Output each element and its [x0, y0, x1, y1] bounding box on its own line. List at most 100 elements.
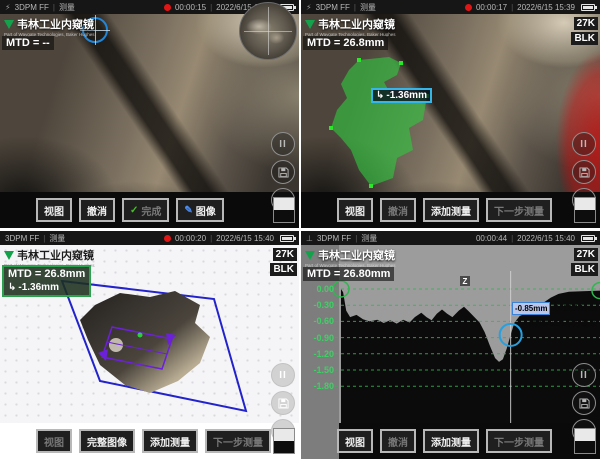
brand-triangle-icon	[4, 251, 14, 260]
y-axis-tick: -1.50	[303, 365, 334, 375]
depth-icon: ↳	[376, 90, 384, 101]
brand-name: 韦林工业内窥镜	[17, 247, 94, 263]
separator: |	[210, 3, 212, 12]
mode-label: 测量	[361, 233, 377, 244]
save-button[interactable]	[572, 160, 596, 184]
status-bar: 3DPM FF | 测量 00:00:20 | 2022/6/15 15:40	[0, 231, 299, 245]
mode-label: 测量	[360, 2, 376, 13]
save-icon	[579, 167, 590, 178]
battery-icon	[280, 235, 294, 242]
quadrant-bottom-left-point-cloud: 3DPM FF | 测量 00:00:20 | 2022/6/15 15:40 …	[0, 231, 299, 459]
undo-button[interactable]: 撤消	[79, 198, 115, 222]
depth-value-tag[interactable]: ↳ -1.36mm	[371, 88, 432, 103]
separator: |	[210, 234, 212, 243]
screen-state-toggle-button[interactable]	[574, 197, 596, 223]
depth-value: -1.36mm	[18, 282, 59, 295]
battery-icon	[581, 235, 595, 242]
image-button[interactable]: ✎ 图像	[176, 198, 223, 222]
add-measurement-button[interactable]: 添加测量	[423, 198, 479, 222]
depth-icon: ↳	[8, 282, 16, 295]
app-name: 3DPM FF	[15, 3, 49, 12]
y-axis-tick: -0.60	[303, 316, 334, 326]
view-mode-label: BLK	[270, 263, 297, 276]
pause-icon: II	[580, 370, 588, 381]
screen-state-toggle-button[interactable]	[273, 428, 295, 454]
brand-logo: 韦林工业内窥镜 Part of Waygate Technologies, Ba…	[305, 16, 396, 37]
button-label: 图像	[196, 203, 216, 218]
mtd-readout: MTD = --	[2, 36, 54, 50]
button-label: 完成	[141, 203, 161, 218]
mtd-value: MTD = 26.8mm	[8, 268, 85, 282]
record-timer: 00:00:44	[476, 234, 507, 243]
pen-icon: ✎	[184, 205, 192, 216]
view-mode-label: BLK	[571, 32, 598, 45]
screen-state-toggle-button[interactable]	[574, 428, 596, 454]
next-measurement-button[interactable]: 下一步测量	[486, 198, 552, 222]
y-axis-tick: 0.00	[303, 284, 334, 294]
image-mode-labels: 27K BLK	[270, 248, 297, 276]
zoom-inset-window	[239, 2, 297, 60]
pause-button[interactable]: II	[271, 363, 295, 387]
add-measurement-button[interactable]: 添加测量	[142, 429, 198, 453]
record-dot-icon	[465, 4, 472, 11]
view-button[interactable]: 视图	[337, 429, 373, 453]
mask-corner-marker[interactable]	[399, 61, 403, 65]
depth-point-marker[interactable]	[138, 333, 143, 338]
mtd-readout: MTD = 26.80mm	[303, 267, 394, 281]
pause-button[interactable]: II	[572, 132, 596, 156]
record-dot-icon	[164, 235, 171, 242]
probe-icon: ⊥	[306, 234, 313, 243]
pause-button[interactable]: II	[572, 363, 596, 387]
image-mode-labels: 27K BLK	[571, 248, 598, 276]
y-axis-tick: -0.90	[303, 333, 334, 343]
separator: |	[511, 3, 513, 12]
button-label: 添加测量	[150, 434, 190, 449]
save-button[interactable]	[271, 391, 295, 415]
done-button[interactable]: ✓完成	[122, 198, 169, 222]
undo-button[interactable]: 撤消	[380, 198, 416, 222]
resolution-label: 27K	[574, 248, 598, 261]
videoscope-screens-grid: ⚡ 3DPM FF | 测量 00:00:15 | 2022/6/15 15:3…	[0, 0, 600, 459]
pause-button[interactable]: II	[271, 132, 295, 156]
add-measurement-button[interactable]: 添加测量	[423, 429, 479, 453]
mode-label: 测量	[59, 2, 75, 13]
app-name: 3DPM FF	[316, 3, 350, 12]
pause-icon: II	[279, 370, 287, 381]
button-label: 下一步测量	[494, 434, 544, 449]
y-axis-tick: -1.80	[303, 381, 334, 391]
resolution-label: 27K	[574, 17, 598, 30]
record-dot-icon	[164, 4, 171, 11]
area-readout: 面积=6.91平方毫米	[529, 318, 597, 329]
full-image-button[interactable]: 完整图像	[79, 429, 135, 453]
view-button[interactable]: 视图	[36, 429, 72, 453]
mask-corner-marker[interactable]	[369, 184, 373, 188]
bottom-button-bar: 视图 完整图像 添加测量 下一步测量	[0, 423, 299, 459]
brand-name: 韦林工业内窥镜	[318, 16, 395, 32]
z-axis-marker: Z	[459, 275, 471, 287]
save-icon	[278, 167, 289, 178]
view-button[interactable]: 视图	[36, 198, 72, 222]
screen-state-toggle-button[interactable]	[273, 197, 295, 223]
next-measurement-button[interactable]: 下一步测量	[205, 429, 271, 453]
view-button[interactable]: 视图	[337, 198, 373, 222]
datetime: 2022/6/15 15:40	[216, 234, 274, 243]
separator: |	[43, 234, 45, 243]
brand-triangle-icon	[4, 20, 14, 29]
quadrant-top-right-depth-area: ↳ -1.36mm ⚡ 3DPM FF | 测量 00:00:17 | 2022…	[301, 0, 600, 228]
button-label: 下一步测量	[213, 434, 263, 449]
button-label: 撤消	[388, 434, 408, 449]
view-mode-label: BLK	[571, 263, 598, 276]
datetime: 2022/6/15 15:39	[517, 3, 575, 12]
brand-triangle-icon	[305, 251, 315, 260]
next-measurement-button[interactable]: 下一步测量	[486, 429, 552, 453]
mask-corner-marker[interactable]	[357, 58, 361, 62]
save-button[interactable]	[271, 160, 295, 184]
mask-corner-marker[interactable]	[329, 126, 333, 130]
brand-logo: 韦林工业内窥镜 Part of Waygate Technologies, Ba…	[4, 16, 95, 37]
undo-button[interactable]: 撤消	[380, 429, 416, 453]
button-label: 完整图像	[87, 434, 127, 449]
save-button[interactable]	[572, 391, 596, 415]
brand-name: 韦林工业内窥镜	[318, 247, 395, 263]
record-timer: 00:00:20	[175, 234, 206, 243]
quadrant-bottom-right-depth-profile: Z -0.85mm Z=12.14mm 面积=6.91平方毫米 0.00-0.3…	[301, 231, 600, 459]
